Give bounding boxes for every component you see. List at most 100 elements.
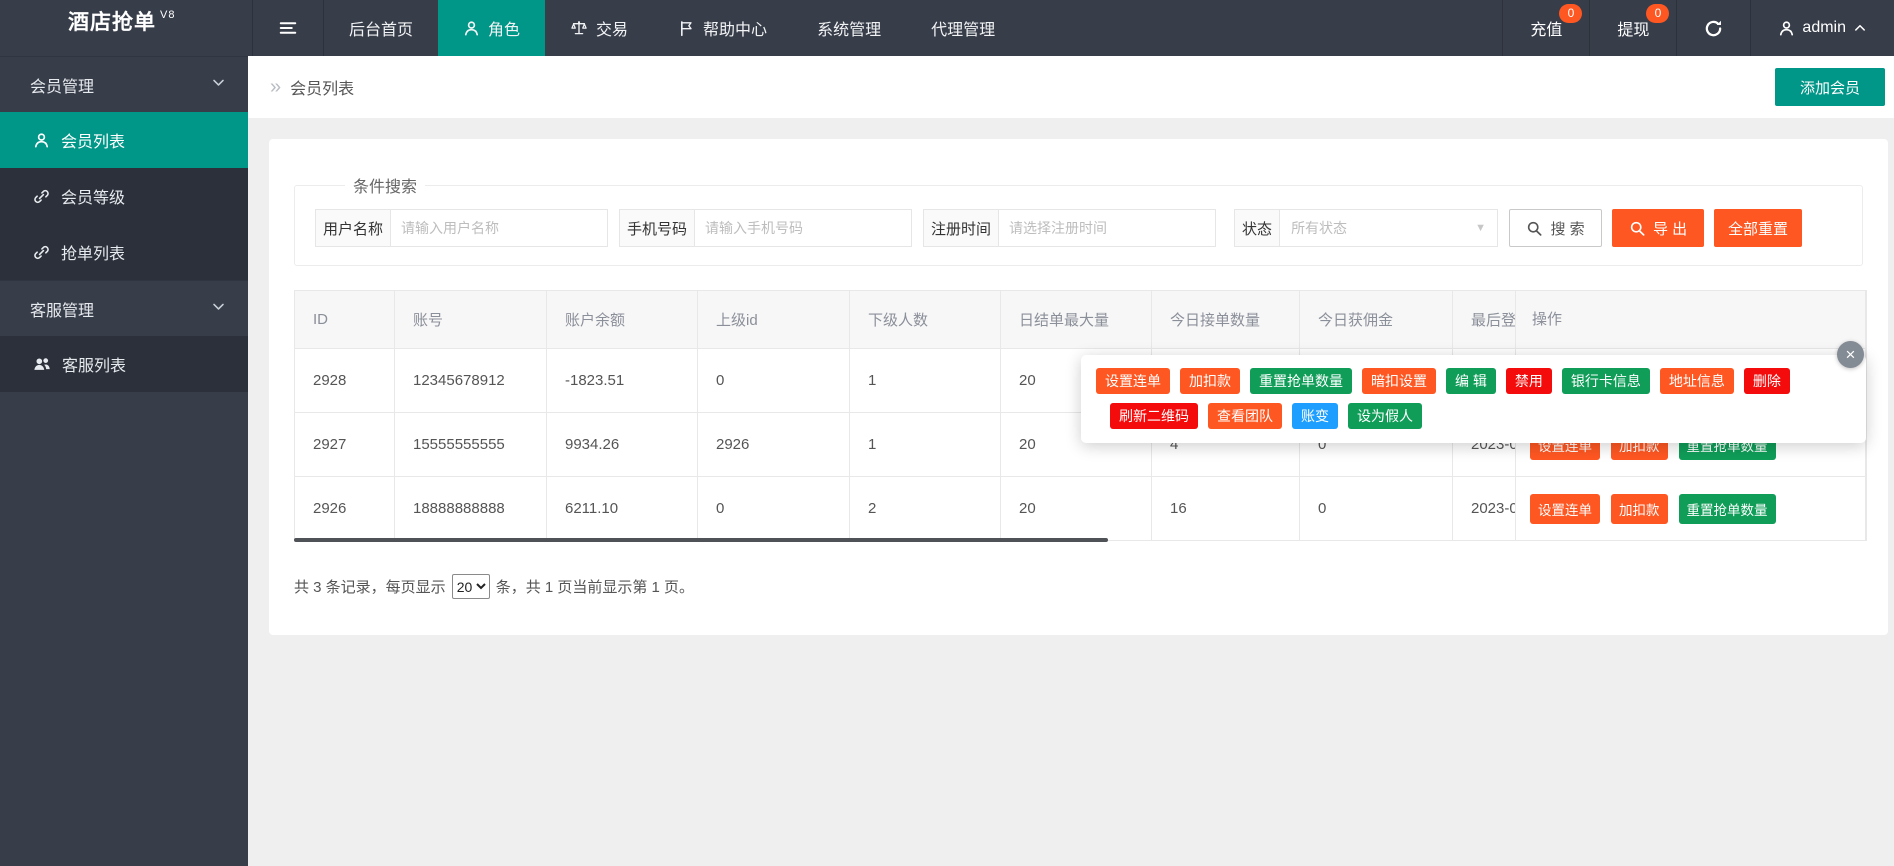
search-button-label: 搜 索	[1550, 218, 1584, 239]
sidebar-item-3[interactable]: 抢单列表	[0, 224, 248, 280]
breadcrumb-bar: » 会员列表 添加会员	[248, 56, 1894, 118]
dropdown-arrow-icon: ▼	[1475, 222, 1486, 234]
recharge-label: 充值	[1530, 16, 1562, 40]
search-button[interactable]: 搜 索	[1509, 209, 1602, 247]
table-cell: 16	[1152, 477, 1300, 541]
phone-label: 手机号码	[619, 209, 694, 247]
popup-action-button[interactable]: 地址信息	[1660, 368, 1734, 394]
hamburger-icon	[278, 18, 298, 38]
topnav-item-0[interactable]: 后台首页	[324, 0, 438, 56]
navbar-right: 充值 0 提现 0 admin	[1502, 0, 1894, 56]
register-time-field-group: 注册时间	[923, 209, 1216, 247]
popup-action-button[interactable]: 暗扣设置	[1362, 368, 1436, 394]
row-action-button[interactable]: 加扣款	[1611, 494, 1668, 524]
table-cell: 15555555555	[395, 413, 547, 477]
status-select-value: 所有状态	[1291, 218, 1347, 238]
topnav-item-5[interactable]: 代理管理	[906, 0, 1020, 56]
table-cell: 18888888888	[395, 477, 547, 541]
table-cell: 2926	[698, 413, 850, 477]
popup-action-button[interactable]: 编 辑	[1446, 368, 1496, 394]
top-navbar: 酒店抢单V8 后台首页角色交易帮助中心系统管理代理管理 充值 0 提现 0 ad…	[0, 0, 1894, 56]
link-icon	[33, 244, 50, 261]
popup-button-row: 刷新二维码查看团队账变设为假人	[1110, 403, 1854, 429]
column-header: 今日获佣金	[1300, 291, 1453, 349]
column-header: 账户余额	[547, 291, 698, 349]
pagination-suffix: 条，共 1 页当前显示第 1 页。	[496, 576, 694, 597]
user-menu[interactable]: admin	[1750, 0, 1894, 56]
filter-legend: 条件搜索	[345, 173, 425, 197]
sidebar-item-1[interactable]: 会员列表	[0, 112, 248, 168]
username-input[interactable]	[390, 209, 608, 247]
table-cell: 12345678912	[395, 349, 547, 413]
popup-action-button[interactable]: 删除	[1744, 368, 1790, 394]
popup-action-button[interactable]: 查看团队	[1208, 403, 1282, 429]
page-size-select[interactable]: 20	[452, 574, 490, 599]
table-cell: 1	[850, 349, 1001, 413]
column-header: 上级id	[698, 291, 850, 349]
column-header: 下级人数	[850, 291, 1001, 349]
topnav-item-2[interactable]: 交易	[545, 0, 653, 56]
main-area: » 会员列表 添加会员 条件搜索 用户名称 手机号码 注册时间	[248, 56, 1894, 866]
search-filter-fieldset: 条件搜索 用户名称 手机号码 注册时间 状态	[294, 173, 1863, 266]
table-cell: 2926	[295, 477, 395, 541]
row-action-button[interactable]: 重置抢单数量	[1679, 494, 1776, 524]
popup-action-button[interactable]: 加扣款	[1180, 368, 1240, 394]
breadcrumb: 会员列表	[290, 75, 354, 99]
close-icon[interactable]: ×	[1837, 341, 1864, 368]
app-title: 酒店抢单	[68, 6, 156, 36]
person-icon	[33, 132, 50, 149]
refresh-button[interactable]	[1676, 0, 1750, 56]
status-select[interactable]: 所有状态 ▼	[1279, 209, 1498, 247]
column-header: 今日接单数量	[1152, 291, 1300, 349]
table-cell: 0	[698, 349, 850, 413]
row-actions-popup: × 设置连单加扣款重置抢单数量暗扣设置编 辑禁用银行卡信息地址信息删除刷新二维码…	[1081, 355, 1866, 443]
sidebar-group-4[interactable]: 客服管理	[0, 280, 248, 336]
popup-action-button[interactable]: 重置抢单数量	[1250, 368, 1352, 394]
top-menu: 后台首页角色交易帮助中心系统管理 代理管理	[324, 0, 1020, 56]
topnav-item-1[interactable]: 角色	[438, 0, 545, 56]
row-action-button[interactable]: 设置连单	[1530, 494, 1600, 524]
topnav-item-4[interactable]: 系统管理	[792, 0, 906, 56]
topnav-item-3[interactable]: 帮助中心	[653, 0, 792, 56]
search-icon	[1526, 220, 1543, 237]
popup-action-button[interactable]: 银行卡信息	[1562, 368, 1650, 394]
reset-button-label: 全部重置	[1728, 218, 1788, 239]
table-cell: 0	[1300, 477, 1453, 541]
register-time-input[interactable]	[998, 209, 1216, 247]
add-member-button[interactable]: 添加会员	[1775, 68, 1885, 106]
table-cell: 0	[698, 477, 850, 541]
topnav-item-label: 代理管理	[931, 16, 995, 40]
withdraw-button[interactable]: 提现 0	[1589, 0, 1676, 56]
sidebar-toggle-button[interactable]	[253, 0, 324, 56]
chevron-up-icon	[1853, 21, 1867, 35]
sidebar: 会员管理会员列表会员等级抢单列表客服管理客服列表	[0, 56, 248, 866]
sidebar-item-label: 抢单列表	[61, 240, 125, 264]
horizontal-scrollbar-thumb[interactable]	[294, 538, 1108, 542]
phone-input[interactable]	[694, 209, 912, 247]
popup-action-button[interactable]: 禁用	[1506, 368, 1552, 394]
sidebar-item-2[interactable]: 会员等级	[0, 168, 248, 224]
sidebar-group-0[interactable]: 会员管理	[0, 56, 248, 112]
status-label: 状态	[1234, 209, 1279, 247]
username: admin	[1802, 19, 1846, 37]
table-cell: 2	[850, 477, 1001, 541]
reset-all-button[interactable]: 全部重置	[1714, 209, 1802, 247]
popup-action-button[interactable]: 账变	[1292, 403, 1338, 429]
popup-action-button[interactable]: 设置连单	[1096, 368, 1170, 394]
export-button-label: 导 出	[1653, 218, 1687, 239]
export-button[interactable]: 导 出	[1612, 209, 1704, 247]
popup-action-button[interactable]: 刷新二维码	[1110, 403, 1198, 429]
operation-column-header: 操作	[1516, 291, 1865, 349]
breadcrumb-chevrons-icon: »	[270, 76, 281, 99]
pagination: 共 3 条记录，每页显示 20 条，共 1 页当前显示第 1 页。	[294, 574, 1863, 599]
pagination-prefix: 共 3 条记录，每页显示	[294, 576, 446, 597]
recharge-button[interactable]: 充值 0	[1502, 0, 1589, 56]
status-field-group: 状态 所有状态 ▼	[1234, 209, 1498, 247]
users-icon	[33, 355, 51, 373]
popup-action-button[interactable]: 设为假人	[1348, 403, 1422, 429]
sidebar-item-5[interactable]: 客服列表	[0, 336, 248, 392]
withdraw-label: 提现	[1617, 16, 1649, 40]
column-header: ID	[295, 291, 395, 349]
table-cell: 1	[850, 413, 1001, 477]
scale-icon	[570, 19, 588, 37]
